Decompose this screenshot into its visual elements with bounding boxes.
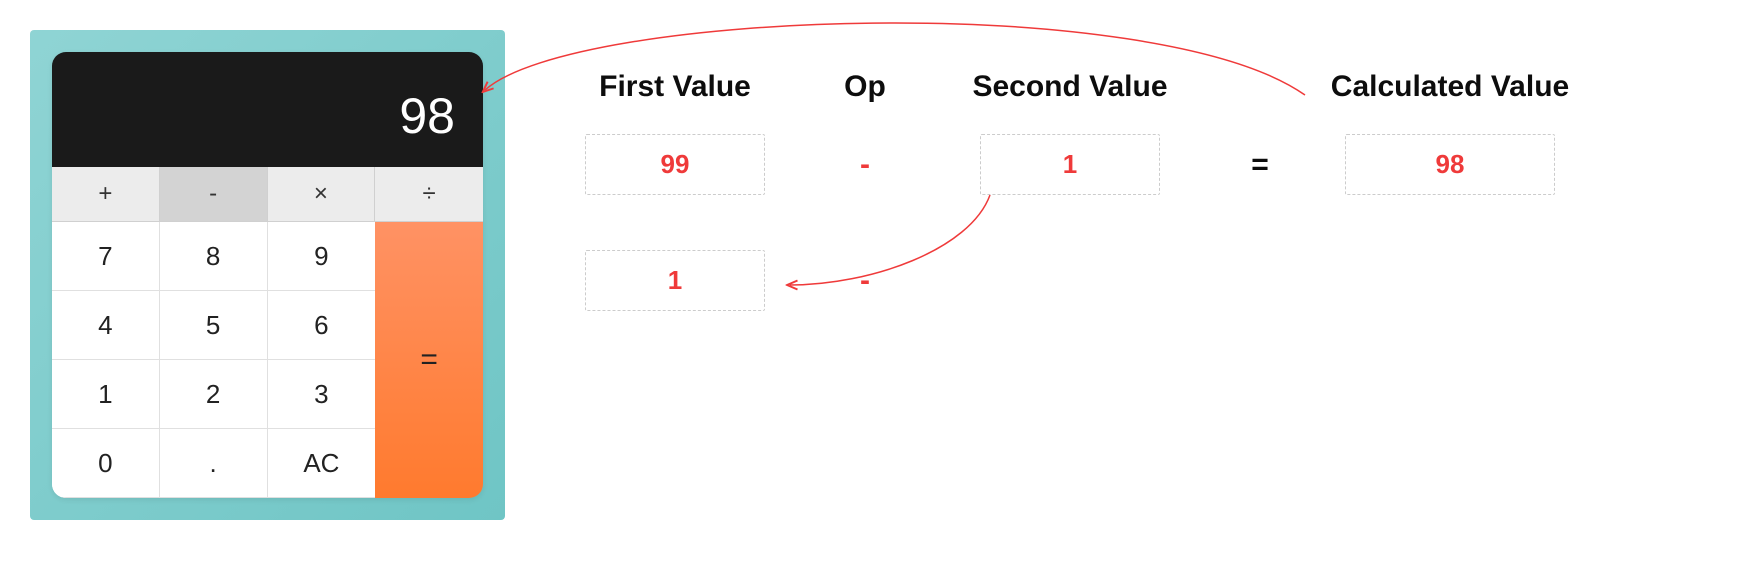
plus-button[interactable]: +: [52, 167, 160, 221]
key-2[interactable]: 2: [160, 360, 268, 429]
explainer-headers: First Value Op Second Value . Calculated…: [560, 70, 1747, 104]
multiply-button[interactable]: ×: [268, 167, 376, 221]
op-text-2: -: [790, 264, 940, 298]
key-8[interactable]: 8: [160, 222, 268, 291]
key-0[interactable]: 0: [52, 429, 160, 498]
key-dot[interactable]: .: [160, 429, 268, 498]
calc-display: 98: [52, 52, 483, 167]
header-op: Op: [790, 70, 940, 104]
header-second-value: Second Value: [940, 70, 1200, 104]
calculator: 98 + - × ÷ 7 8 9 4 5 6 1 2 3 0 . AC =: [52, 52, 483, 498]
key-7[interactable]: 7: [52, 222, 160, 291]
calc-ops-row: + - × ÷: [52, 167, 483, 222]
equals-button[interactable]: =: [375, 222, 483, 498]
key-6[interactable]: 6: [268, 291, 376, 360]
key-9[interactable]: 9: [268, 222, 376, 291]
explainer-panel: First Value Op Second Value . Calculated…: [560, 70, 1747, 366]
minus-button[interactable]: -: [160, 167, 268, 221]
first-value-box: 99: [585, 134, 765, 195]
divide-button[interactable]: ÷: [375, 167, 483, 221]
header-calculated-value: Calculated Value: [1320, 70, 1580, 104]
equals-sign-label: =: [1200, 148, 1320, 182]
key-3[interactable]: 3: [268, 360, 376, 429]
op-text-1: -: [790, 148, 940, 182]
first-value-box-2: 1: [585, 250, 765, 311]
calculated-value-box: 98: [1345, 134, 1555, 195]
key-5[interactable]: 5: [160, 291, 268, 360]
key-ac[interactable]: AC: [268, 429, 376, 498]
key-4[interactable]: 4: [52, 291, 160, 360]
explainer-row-1: 99 - 1 = 98: [560, 134, 1747, 195]
calc-body: 7 8 9 4 5 6 1 2 3 0 . AC =: [52, 222, 483, 498]
explainer-row-2: 1 -: [560, 250, 1747, 311]
key-1[interactable]: 1: [52, 360, 160, 429]
second-value-box: 1: [980, 134, 1160, 195]
header-first-value: First Value: [560, 70, 790, 104]
calculator-wrapper: 98 + - × ÷ 7 8 9 4 5 6 1 2 3 0 . AC =: [30, 30, 505, 520]
calc-numpad: 7 8 9 4 5 6 1 2 3 0 . AC: [52, 222, 375, 498]
